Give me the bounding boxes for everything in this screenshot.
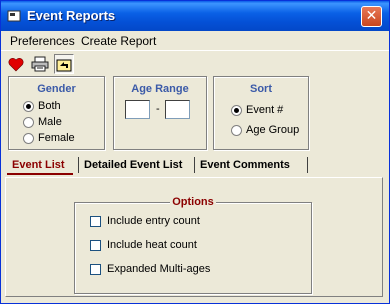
active-tab-indicator xyxy=(7,173,73,175)
sort-age-group-label: Age Group xyxy=(246,124,300,136)
radio-button[interactable] xyxy=(23,116,34,128)
tab-separator xyxy=(194,157,195,173)
gender-panel: Gender Both Male Female xyxy=(8,76,105,150)
menu-create-report[interactable]: Create Report xyxy=(81,34,156,48)
include-entry-count-option[interactable]: Include entry count xyxy=(90,215,200,227)
expanded-multi-ages-label: Expanded Multi-ages xyxy=(107,263,211,275)
checkbox[interactable] xyxy=(90,263,101,275)
age-from-input[interactable] xyxy=(125,100,150,119)
include-heat-count-label: Include heat count xyxy=(107,239,197,251)
report-tabs: Event List Detailed Event List Event Com… xyxy=(5,153,385,298)
radio-button[interactable] xyxy=(231,104,242,116)
include-entry-count-label: Include entry count xyxy=(107,215,200,227)
printer-icon xyxy=(31,56,49,72)
menu-preferences[interactable]: Preferences xyxy=(10,34,75,48)
include-heat-count-option[interactable]: Include heat count xyxy=(90,239,197,251)
tab-event-comments[interactable]: Event Comments xyxy=(200,155,290,175)
print-button[interactable] xyxy=(30,54,50,74)
event-list-panel: Options Include entry count Include heat… xyxy=(5,177,383,297)
checkbox[interactable] xyxy=(90,215,101,227)
menu-bar: Preferences Create Report xyxy=(1,31,389,49)
heart-icon xyxy=(8,57,24,71)
expanded-multi-ages-option[interactable]: Expanded Multi-ages xyxy=(90,263,210,275)
age-range-title: Age Range xyxy=(131,83,189,95)
tab-detailed-event-list[interactable]: Detailed Event List xyxy=(84,155,182,175)
options-title: Options xyxy=(170,196,216,208)
gender-female-label: Female xyxy=(38,132,75,144)
sort-age-group-option[interactable]: Age Group xyxy=(231,124,299,136)
tab-separator xyxy=(307,157,308,173)
sort-title: Sort xyxy=(250,83,272,95)
gender-male-label: Male xyxy=(38,116,62,128)
age-range-separator: - xyxy=(156,103,160,115)
window-title: Event Reports xyxy=(27,8,116,23)
app-icon xyxy=(7,10,21,22)
gender-title: Gender xyxy=(37,83,76,95)
gender-both-option[interactable]: Both xyxy=(23,100,61,112)
sort-event-option[interactable]: Event # xyxy=(231,104,283,116)
event-reports-window: Event Reports ✕ Preferences Create Repor… xyxy=(0,0,390,304)
gender-male-option[interactable]: Male xyxy=(23,116,62,128)
gender-both-label: Both xyxy=(38,100,61,112)
checkbox[interactable] xyxy=(90,239,101,251)
favorite-button[interactable] xyxy=(6,54,26,74)
tab-event-list[interactable]: Event List xyxy=(12,155,65,175)
export-button[interactable] xyxy=(54,54,74,74)
gender-female-option[interactable]: Female xyxy=(23,132,75,144)
toolbar xyxy=(1,50,389,75)
title-bar[interactable]: Event Reports ✕ xyxy=(1,1,389,31)
radio-button[interactable] xyxy=(23,100,34,112)
close-button[interactable]: ✕ xyxy=(361,6,382,27)
age-to-input[interactable] xyxy=(165,100,190,119)
sort-panel: Sort Event # Age Group xyxy=(213,76,309,150)
sort-event-label: Event # xyxy=(246,104,284,116)
age-range-panel: Age Range - xyxy=(113,76,207,150)
radio-button[interactable] xyxy=(231,124,242,136)
tab-separator xyxy=(78,157,79,173)
export-icon xyxy=(56,59,72,71)
radio-button[interactable] xyxy=(23,132,34,144)
options-group: Options Include entry count Include heat… xyxy=(74,196,312,294)
